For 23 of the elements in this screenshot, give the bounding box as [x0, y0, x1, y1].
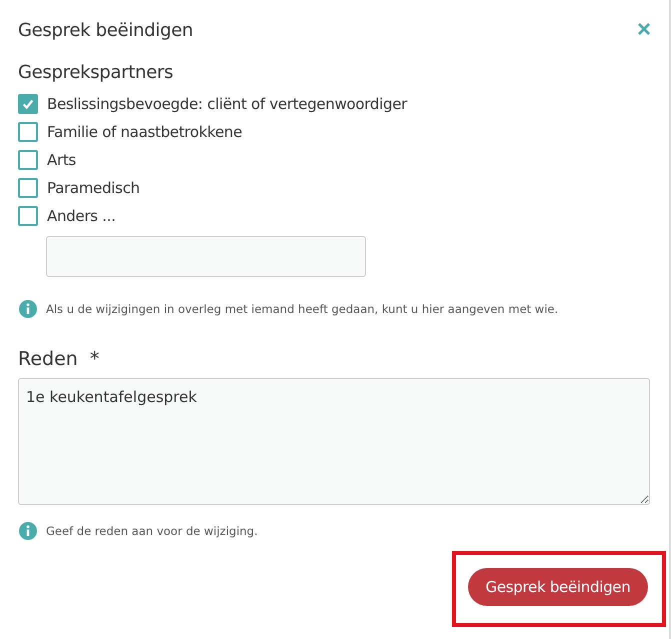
checkbox-label: Paramedisch [47, 179, 140, 197]
checkbox[interactable] [18, 206, 38, 226]
dialog-title: Gesprek beëindigen [18, 20, 193, 40]
input-field[interactable] [46, 236, 366, 277]
checkbox-label: Anders ... [47, 207, 116, 225]
checkbox-label: Familie of naastbetrokkene [47, 123, 242, 141]
reason-field[interactable]: 1e keukentafelgesprek [18, 378, 650, 505]
end-conversation-button[interactable]: Gesprek beëindigen [468, 568, 648, 606]
field-label: Reden [18, 348, 78, 370]
checkbox[interactable] [18, 178, 38, 198]
checkbox[interactable] [18, 122, 38, 142]
required-mark: * [90, 348, 100, 370]
checkbox[interactable] [18, 150, 38, 170]
hint-text: Geef de reden aan voor de wijziging. [46, 524, 258, 538]
section-heading: Gesprekspartners [18, 62, 174, 83]
checkbox-label: Arts [47, 151, 76, 169]
hint-text: Als u de wijzigingen in overleg met iemand heeft gedaan, kunt u hier aangeven met wie. [46, 302, 558, 316]
info-icon [19, 522, 37, 540]
checkbox-label: Beslissingsbevoegde: cliënt of vertegenwoordiger [47, 95, 407, 113]
checkbox[interactable] [18, 94, 38, 114]
check-icon [21, 97, 35, 111]
close-button[interactable]: × [636, 18, 651, 42]
info-icon [19, 300, 37, 318]
